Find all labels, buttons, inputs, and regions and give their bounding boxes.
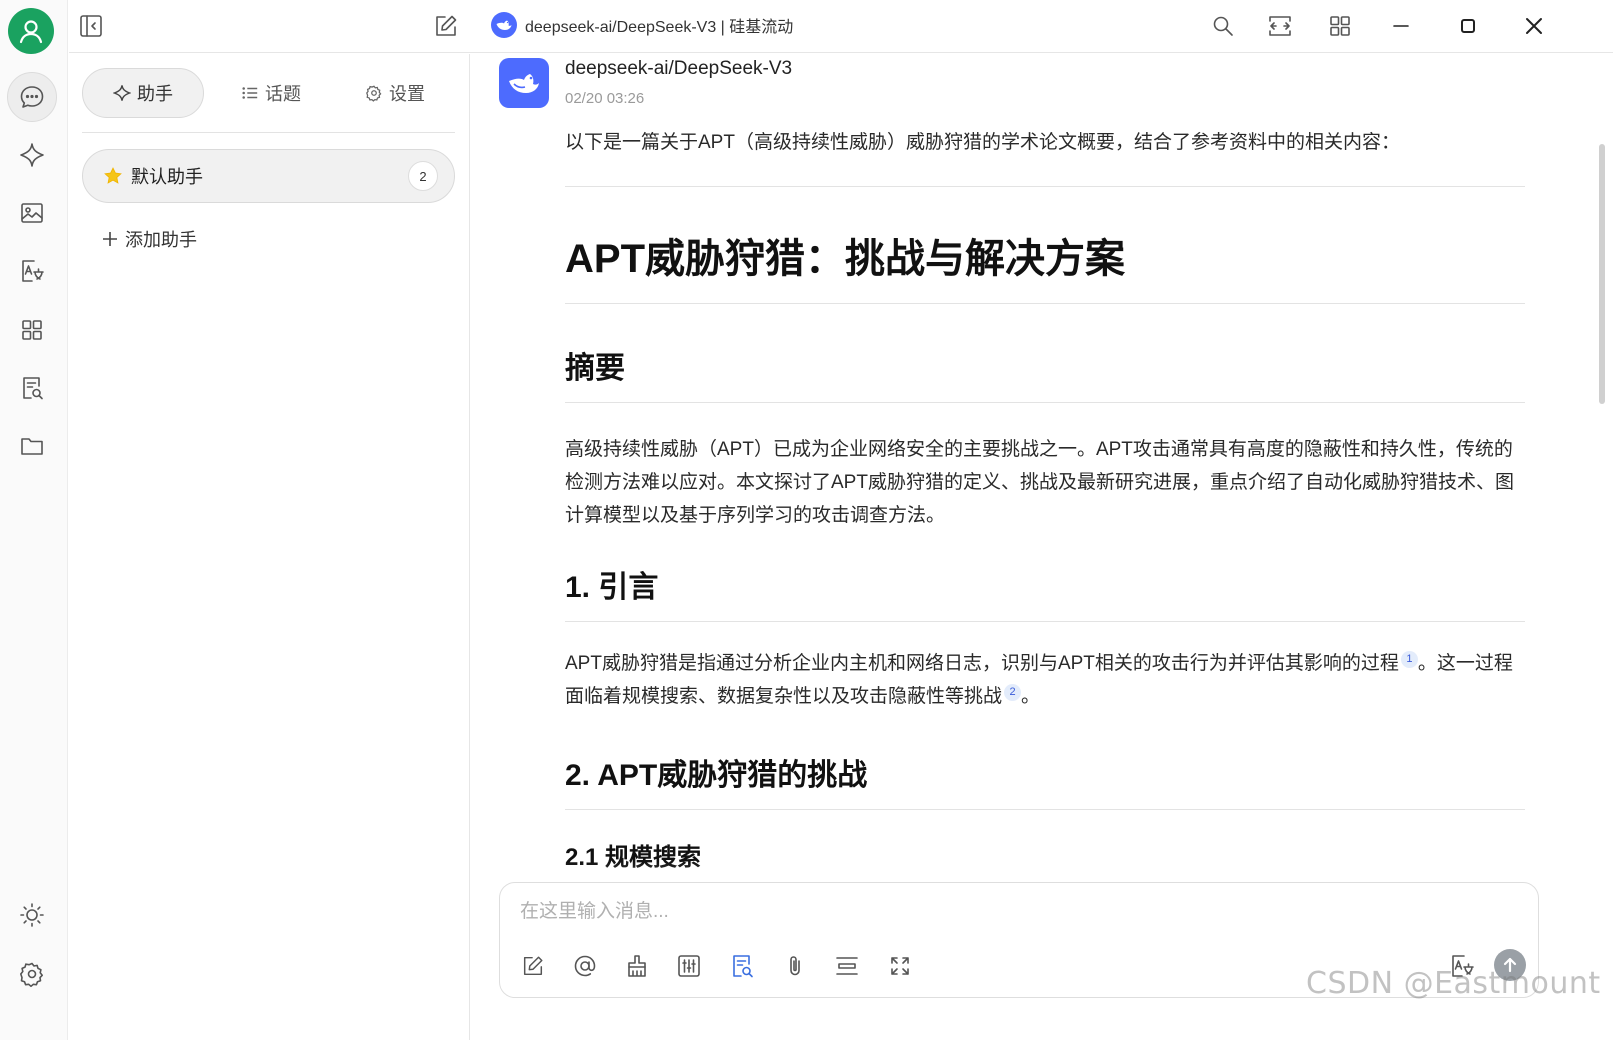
chat-nav-button[interactable] [7,72,57,122]
chat-area: deepseek-ai/DeepSeek-V3 02/20 03:26 以下是一… [471,54,1613,1040]
close-icon [1526,18,1542,34]
abstract-paragraph: 高级持续性威胁（APT）已成为企业网络安全的主要挑战之一。APT攻击通常具有高度… [565,439,1514,526]
search-icon [1213,16,1233,36]
introduction-text-1: APT威胁狩猎是指通过分析企业内主机和网络日志，识别与APT相关的攻击行为并评估… [565,653,1399,674]
message-intro: 以下是一篇关于APT（高级持续性威胁）威胁狩猎的学术论文概要，结合了参考资料中的… [565,132,1400,153]
doc-title: APT威胁狩猎：挑战与解决方案 [565,229,1525,304]
tab-assistants[interactable]: 助手 [82,68,204,118]
image-icon [21,203,43,223]
expand-lines-icon [836,957,858,975]
knowledge-nav-button[interactable] [12,368,52,408]
message-content: 以下是一篇关于APT（高级持续性威胁）威胁狩猎的学术论文概要，结合了参考资料中的… [565,126,1525,876]
assistant-panel: 助手 话题 设置 默认助手 2 添加助手 [69,54,470,1040]
heading-abstract: 摘要 [565,346,1525,403]
tab-topics[interactable]: 话题 [210,68,332,118]
deepseek-logo-icon [499,58,549,108]
fullscreen-button[interactable] [883,949,917,983]
mention-model-button[interactable] [568,949,602,983]
message-timestamp: 02/20 03:26 [565,90,645,107]
expand-input-button[interactable] [830,949,864,983]
message-input[interactable] [520,897,1420,927]
deepseek-logo-icon [491,12,517,38]
fit-width-icon [1269,16,1291,36]
model-label: deepseek-ai/DeepSeek-V3 | 硅基流动 [525,19,794,36]
minimize-icon [1393,25,1409,27]
heading-introduction: 1. 引言 [565,565,1525,622]
heading-challenges: 2. APT威胁狩猎的挑战 [565,753,1525,810]
apps-nav-button[interactable] [12,310,52,350]
add-assistant-button[interactable]: 添加助手 [101,224,197,254]
grid-icon [1330,16,1350,36]
assistant-name: 默认助手 [131,167,203,187]
sparkle-icon [20,143,44,167]
grid-icon [22,320,42,340]
folder-icon [21,438,43,455]
star-icon [104,167,122,184]
divider [565,186,1525,187]
maximize-icon [1461,19,1475,33]
edit-icon [436,15,457,36]
agents-nav-button[interactable] [12,135,52,175]
layout-button[interactable] [1322,8,1358,44]
at-icon [574,955,596,977]
attachment-button[interactable] [778,949,812,983]
app-window: deepseek-ai/DeepSeek-V3 | 硅基流动 助手 话题 设置 … [0,0,1613,1040]
edit-icon [523,956,543,976]
user-icon [19,20,43,44]
title-bar: deepseek-ai/DeepSeek-V3 | 硅基流动 [69,0,1613,53]
theme-toggle-button[interactable] [12,895,52,935]
model-selector[interactable]: deepseek-ai/DeepSeek-V3 | 硅基流动 [491,10,793,40]
paperclip-icon [790,956,800,976]
settings-nav-button[interactable] [12,954,52,994]
topic-count-badge: 2 [408,161,438,191]
toggle-sidebar-button[interactable] [73,8,109,44]
new-chat-button[interactable] [428,8,464,44]
files-nav-button[interactable] [12,426,52,466]
minimize-button[interactable] [1383,8,1419,44]
introduction-text-3: 。 [1021,686,1041,707]
close-button[interactable] [1516,8,1552,44]
user-avatar[interactable] [8,8,54,54]
watermark: CSDN @Eastmount [1306,966,1601,1001]
sparkle-icon [113,85,131,101]
introduction-paragraph: APT威胁狩猎是指通过分析企业内主机和网络日志，识别与APT相关的攻击行为并评估… [565,647,1525,713]
sidebar-collapse-icon [80,15,102,37]
chat-scrollbar[interactable] [1599,144,1605,404]
chat-bubble-icon [20,86,44,108]
panel-tabs: 助手 话题 设置 [82,68,455,118]
tabs-divider [82,132,455,133]
tab-settings[interactable]: 设置 [334,68,456,118]
maximize-button[interactable] [1450,8,1486,44]
heading-scale-search: 2.1 规模搜索 [565,844,702,871]
search-button[interactable] [1205,8,1241,44]
gear-icon [20,962,43,988]
sun-icon [20,903,44,927]
doc-search-icon [733,955,753,978]
sliders-icon [678,955,700,977]
knowledge-base-button[interactable] [725,949,759,983]
image-nav-button[interactable] [12,193,52,233]
broom-icon [628,955,646,977]
tab-assistants-label: 助手 [137,84,173,104]
clear-context-button[interactable] [620,949,654,983]
fullscreen-icon [891,957,909,975]
tab-settings-label: 设置 [389,84,425,104]
list-icon [242,87,258,99]
add-assistant-label: 添加助手 [125,230,197,250]
plus-icon [103,232,117,246]
assistant-item-default[interactable]: 默认助手 2 [82,149,455,203]
model-settings-button[interactable] [672,949,706,983]
fit-width-button[interactable] [1262,8,1298,44]
translate-nav-button[interactable] [12,251,52,291]
doc-search-icon [23,377,43,400]
icon-rail [0,0,68,1040]
citation-2[interactable]: 2 [1004,684,1022,701]
citation-1[interactable]: 1 [1400,651,1418,668]
tab-topics-label: 话题 [265,84,301,104]
new-topic-button[interactable] [516,949,550,983]
translate-icon [22,260,44,282]
gear-icon [366,85,382,102]
message-sender: deepseek-ai/DeepSeek-V3 [565,58,793,79]
